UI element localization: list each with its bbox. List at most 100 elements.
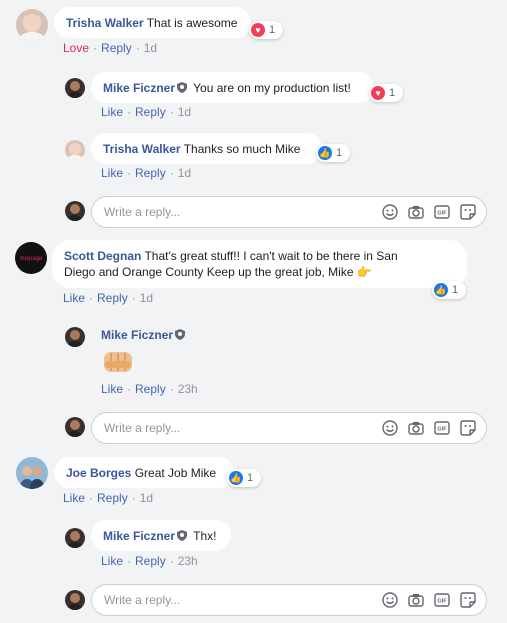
comment-author[interactable]: Mike Ficzner <box>103 529 175 543</box>
avatar-trisha[interactable] <box>65 140 85 160</box>
comment-actions: Like · Reply · 1d <box>101 105 192 119</box>
fist-emoji-icon <box>104 352 132 372</box>
svg-text:GIF: GIF <box>437 211 447 217</box>
avatar-scott[interactable]: mixpage <box>15 242 47 274</box>
timestamp[interactable]: 1d <box>178 166 191 180</box>
avatar-trisha[interactable] <box>16 9 48 41</box>
reaction-count: 1 <box>452 284 459 296</box>
gif-icon[interactable]: GIF <box>434 420 450 436</box>
comment-actions: Love · Reply · 1d <box>63 41 158 55</box>
comment-actions: Like · Reply · 1d <box>63 291 154 305</box>
svg-text:GIF: GIF <box>437 599 447 605</box>
comment-text: Thx! <box>193 529 217 543</box>
reply-link[interactable]: Reply <box>135 166 166 180</box>
like-link[interactable]: Like <box>101 554 123 568</box>
svg-text:GIF: GIF <box>437 427 447 433</box>
comment-bubble: Mike Ficzner You are on my production li… <box>91 72 374 103</box>
comment-text: Thanks so much Mike <box>183 142 301 156</box>
like-link[interactable]: Like <box>101 382 123 396</box>
comment-actions: Like · Reply · 1d <box>63 491 154 505</box>
timestamp[interactable]: 23h <box>178 382 198 396</box>
reaction-badge[interactable]: ♥ 1 <box>369 84 403 102</box>
shield-icon <box>177 82 188 93</box>
comment-author[interactable]: Joe Borges <box>66 466 131 480</box>
avatar-joe[interactable] <box>16 457 48 489</box>
timestamp[interactable]: 1d <box>140 291 153 305</box>
sticker-icon[interactable] <box>460 592 476 608</box>
comment-author[interactable]: Scott Degnan <box>64 249 141 263</box>
like-icon: 👍 <box>318 146 332 160</box>
reply-link[interactable]: Reply <box>97 491 128 505</box>
avatar-current-user <box>65 417 85 437</box>
comment-author[interactable]: Trisha Walker <box>103 142 181 156</box>
camera-icon[interactable] <box>408 592 424 608</box>
comment-bubble: Mike Ficzner Thx! <box>91 520 231 551</box>
comment-text: That's great stuff!! I can't wait to be … <box>144 249 398 263</box>
reply-placeholder: Write a reply... <box>104 593 181 607</box>
reply-input[interactable]: Write a reply... GIF <box>91 584 487 616</box>
reaction-count: 1 <box>269 24 276 36</box>
comment-author-row: Mike Ficzner <box>101 328 188 342</box>
heart-icon: ♥ <box>251 23 265 37</box>
emoji-icon[interactable] <box>382 204 398 220</box>
like-icon: 👍 <box>434 283 448 297</box>
reply-input[interactable]: Write a reply... GIF <box>91 196 487 228</box>
comment-author[interactable]: Trisha Walker <box>66 16 144 30</box>
emoji-icon[interactable] <box>382 592 398 608</box>
camera-icon[interactable] <box>408 420 424 436</box>
gif-icon[interactable]: GIF <box>434 592 450 608</box>
comment-bubble: Trisha Walker Thanks so much Mike <box>91 133 322 164</box>
sticker-icon[interactable] <box>460 204 476 220</box>
reply-link[interactable]: Reply <box>101 41 132 55</box>
avatar-current-user <box>65 201 85 221</box>
gif-icon[interactable]: GIF <box>434 204 450 220</box>
comment-actions: Like · Reply · 23h <box>101 382 198 396</box>
timestamp[interactable]: 1d <box>140 491 153 505</box>
reaction-count: 1 <box>389 87 396 99</box>
sticker-icon[interactable] <box>460 420 476 436</box>
comment-bubble: Joe Borges Great Job Mike <box>54 457 234 488</box>
reaction-badge[interactable]: 👍 1 <box>432 281 466 299</box>
heart-icon: ♥ <box>371 86 385 100</box>
reaction-badge[interactable]: ♥ 1 <box>249 21 283 39</box>
comment-text: Great Job Mike <box>134 466 217 480</box>
reply-link[interactable]: Reply <box>135 382 166 396</box>
camera-icon[interactable] <box>408 204 424 220</box>
shield-icon <box>175 329 186 340</box>
reaction-count: 1 <box>336 147 343 159</box>
comment-actions: Like · Reply · 1d <box>101 166 192 180</box>
timestamp[interactable]: 1d <box>178 105 191 119</box>
comment-author[interactable]: Mike Ficzner <box>103 81 175 95</box>
like-link[interactable]: Like <box>63 491 85 505</box>
comment-text: You are on my production list! <box>193 81 351 95</box>
like-link[interactable]: Like <box>101 105 123 119</box>
reaction-badge[interactable]: 👍 1 <box>316 144 350 162</box>
reaction-badge[interactable]: 👍 1 <box>227 469 261 487</box>
reply-input[interactable]: Write a reply... GIF <box>91 412 487 444</box>
pointing-hand-icon: 👉 <box>356 265 372 279</box>
reaction-count: 1 <box>247 472 254 484</box>
like-icon: 👍 <box>229 471 243 485</box>
comment-actions: Like · Reply · 23h <box>101 554 198 568</box>
avatar-mike[interactable] <box>65 528 85 548</box>
timestamp[interactable]: 23h <box>178 554 198 568</box>
reply-link[interactable]: Reply <box>135 554 166 568</box>
avatar-mike[interactable] <box>65 78 85 98</box>
comment-text: That is awesome <box>146 16 238 30</box>
reply-link[interactable]: Reply <box>135 105 166 119</box>
comment-bubble: Trisha Walker That is awesome <box>54 7 251 38</box>
shield-icon <box>177 530 188 541</box>
avatar-current-user <box>65 590 85 610</box>
avatar-mike[interactable] <box>65 327 85 347</box>
reply-link[interactable]: Reply <box>97 291 128 305</box>
comment-bubble: Scott Degnan That's great stuff!! I can'… <box>52 240 467 288</box>
reply-placeholder: Write a reply... <box>104 205 181 219</box>
reply-placeholder: Write a reply... <box>104 421 181 435</box>
emoji-icon[interactable] <box>382 420 398 436</box>
love-link[interactable]: Love <box>63 41 89 55</box>
like-link[interactable]: Like <box>101 166 123 180</box>
timestamp[interactable]: 1d <box>144 41 157 55</box>
like-link[interactable]: Like <box>63 291 85 305</box>
svg-text:mixpage: mixpage <box>20 256 43 262</box>
comment-author[interactable]: Mike Ficzner <box>101 328 173 342</box>
